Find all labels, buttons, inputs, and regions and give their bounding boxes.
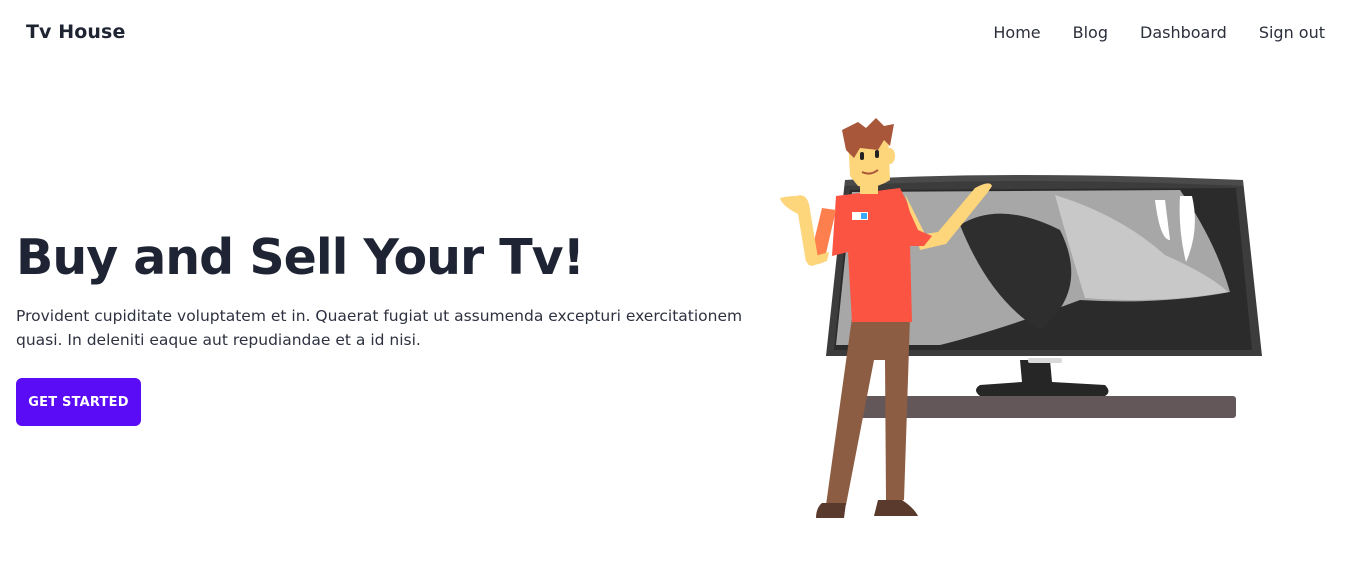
hero-title: Buy and Sell Your Tv! (16, 229, 585, 286)
salesman-with-tv-illustration (776, 110, 1276, 530)
nav-link-home[interactable]: Home (993, 23, 1040, 42)
hero-section: Buy and Sell Your Tv! Provident cupidita… (16, 226, 776, 426)
page: Tv House Home Blog Dashboard Sign out Bu… (0, 0, 1349, 568)
tv-shelf (850, 396, 1236, 418)
navbar: Tv House Home Blog Dashboard Sign out (0, 0, 1349, 64)
nav-link-blog[interactable]: Blog (1073, 23, 1108, 42)
nav-links: Home Blog Dashboard Sign out (993, 23, 1325, 42)
get-started-button[interactable]: GET STARTED (16, 378, 141, 426)
brand-logo[interactable]: Tv House (26, 21, 125, 43)
salesman-shoes (816, 503, 846, 518)
tv-stand (976, 360, 1109, 396)
hero-description: Provident cupiditate voluptatem et in. Q… (16, 307, 743, 349)
nav-link-dashboard[interactable]: Dashboard (1140, 23, 1227, 42)
nav-link-sign-out[interactable]: Sign out (1259, 23, 1325, 42)
